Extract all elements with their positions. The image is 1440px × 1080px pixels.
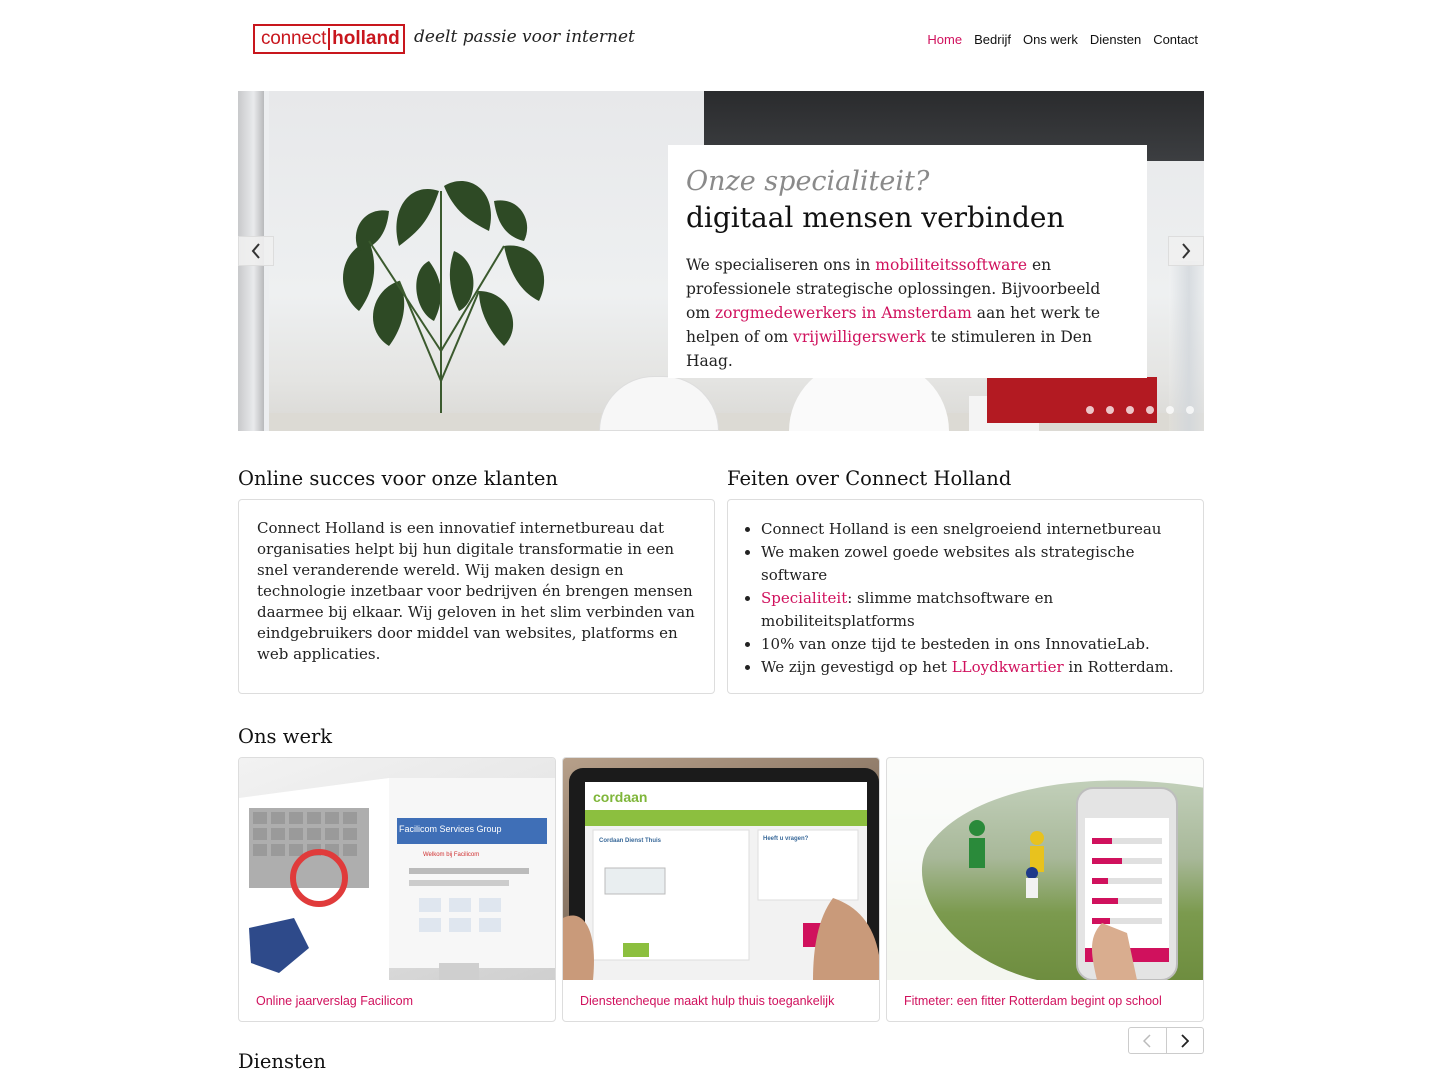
link-mobiliteitssoftware[interactable]: mobiliteitssoftware	[875, 256, 1027, 274]
slider-dot[interactable]	[1106, 406, 1114, 414]
link-zorgmedewerkers[interactable]: zorgmedewerkers in Amsterdam	[715, 304, 972, 322]
hero-question: Onze specialiteit?	[686, 166, 930, 197]
succes-panel: Connect Holland is een innovatief intern…	[238, 499, 715, 694]
list-item: Specialiteit: slimme matchsoftware en mo…	[761, 587, 1183, 633]
section-title-succes: Online succes voor onze klanten	[238, 467, 558, 490]
link-vrijwilligerswerk[interactable]: vrijwilligerswerk	[793, 328, 926, 346]
logo-text-connect: connect	[261, 28, 327, 49]
work-caption[interactable]: Fitmeter: een fitter Rotterdam begint op…	[887, 980, 1203, 1021]
nav-contact[interactable]: Contact	[1153, 32, 1198, 47]
work-prev-button[interactable]	[1129, 1028, 1166, 1053]
work-image-cordaan: cordaan Cordaan Dienst Thuis Heeft u vra…	[563, 758, 879, 980]
feiten-panel: Connect Holland is een snelgroeiend inte…	[727, 499, 1204, 694]
slider-prev-button[interactable]	[238, 236, 274, 266]
work-image-fitmeter	[887, 758, 1203, 980]
logo[interactable]: connect holland	[253, 24, 405, 54]
chevron-left-icon	[1143, 1033, 1151, 1048]
slider-dot[interactable]	[1086, 406, 1094, 414]
screen-subtitle: Cordaan Dienst Thuis	[599, 838, 662, 844]
logo-text-holland: holland	[328, 28, 400, 50]
list-item: We maken zowel goede websites als strate…	[761, 541, 1183, 587]
site-header: connect holland deelt passie voor intern…	[238, 0, 1204, 90]
hero-headline: digitaal mensen verbinden	[686, 201, 1065, 234]
link-specialiteit[interactable]: Specialiteit	[761, 589, 847, 607]
work-next-button[interactable]	[1165, 1028, 1204, 1053]
hero-chair-decoration	[599, 376, 719, 431]
slider-dot[interactable]	[1126, 406, 1134, 414]
list-item-text: in Rotterdam.	[1063, 658, 1174, 676]
slider-next-button[interactable]	[1168, 236, 1204, 266]
screen-subtitle: Welkom bij Facilicom	[423, 852, 480, 858]
list-item: We zijn gevestigd op het LLoydkwartier i…	[761, 656, 1183, 679]
nav-ons-werk[interactable]: Ons werk	[1023, 32, 1078, 47]
link-lloydkwartier[interactable]: LLoydkwartier	[952, 658, 1064, 676]
slider-dot[interactable]	[1166, 406, 1174, 414]
work-caption[interactable]: Dienstencheque maakt hulp thuis toeganke…	[563, 980, 879, 1021]
annual-report-illustration	[239, 778, 555, 980]
slider-dot[interactable]	[1146, 406, 1154, 414]
feiten-list: Connect Holland is een snelgroeiend inte…	[761, 518, 1183, 679]
work-caption[interactable]: Online jaarverslag Facilicom	[239, 980, 555, 1021]
section-title-feiten: Feiten over Connect Holland	[727, 467, 1012, 490]
hero-text-part: We specialiseren ons in	[686, 256, 876, 274]
list-item: Connect Holland is een snelgroeiend inte…	[761, 518, 1183, 541]
work-image-facilicom: Facilicom Services Group Welkom bij Faci…	[239, 758, 555, 980]
work-card-fitmeter[interactable]: Fitmeter: een fitter Rotterdam begint op…	[886, 757, 1204, 1022]
nav-home[interactable]: Home	[927, 32, 962, 47]
fitmeter-illustration	[887, 758, 1203, 980]
work-pager	[1128, 1027, 1204, 1054]
hero-red-object-decoration	[987, 377, 1157, 423]
nav-bedrijf[interactable]: Bedrijf	[974, 32, 1011, 47]
nav-diensten[interactable]: Diensten	[1090, 32, 1141, 47]
chevron-right-icon	[1182, 243, 1191, 259]
chevron-left-icon	[251, 243, 260, 259]
succes-text: Connect Holland is een innovatief intern…	[257, 519, 695, 663]
slider-dots	[1086, 406, 1194, 414]
hero-card: Onze specialiteit? digitaal mensen verbi…	[668, 145, 1147, 378]
screen-side-title: Heeft u vragen?	[763, 836, 809, 842]
main-nav: Home Bedrijf Ons werk Diensten Contact	[927, 32, 1198, 47]
list-item-text: We zijn gevestigd op het	[761, 658, 952, 676]
tagline: deelt passie voor internet	[414, 27, 635, 47]
section-title-ons-werk: Ons werk	[238, 725, 333, 748]
screen-title: Facilicom Services Group	[399, 824, 502, 834]
hero-text: We specialiseren ons in mobiliteitssoftw…	[686, 253, 1129, 373]
slider-dot[interactable]	[1186, 406, 1194, 414]
section-title-diensten: Diensten	[238, 1050, 326, 1073]
work-card-cordaan[interactable]: cordaan Cordaan Dienst Thuis Heeft u vra…	[562, 757, 880, 1022]
list-item: 10% van onze tijd te besteden in ons Inn…	[761, 633, 1183, 656]
chevron-right-icon	[1181, 1033, 1189, 1048]
plant-illustration	[342, 181, 545, 431]
work-card-facilicom[interactable]: Facilicom Services Group Welkom bij Faci…	[238, 757, 556, 1022]
screen-title: cordaan	[593, 789, 648, 805]
